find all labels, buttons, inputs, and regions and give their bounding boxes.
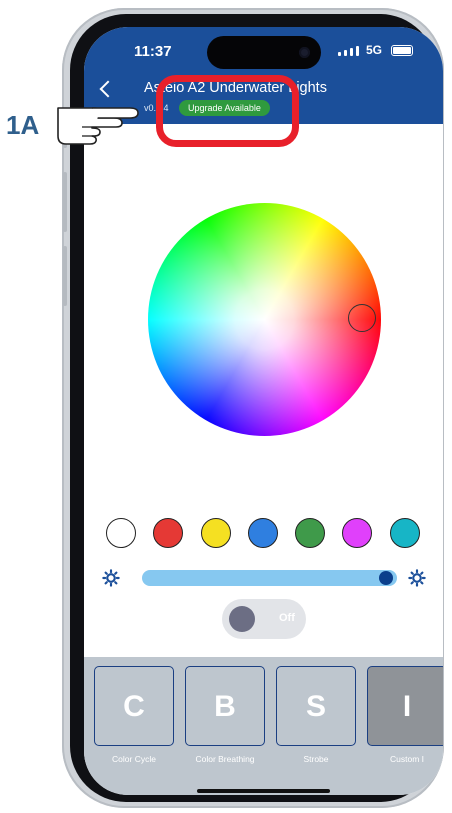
mode-custom-button[interactable]: I <box>367 666 443 746</box>
brightness-high-icon <box>408 569 426 587</box>
signal-icon <box>356 46 359 56</box>
signal-icon <box>338 52 341 56</box>
mode-letter: I <box>402 690 412 723</box>
color-swatches <box>106 518 424 550</box>
swatch-cyan[interactable] <box>390 518 420 548</box>
mode-color-breathing-button[interactable]: B <box>185 666 265 746</box>
swatch-white[interactable] <box>106 518 136 548</box>
status-time: 11:37 <box>134 43 172 60</box>
swatch-blue[interactable] <box>248 518 278 548</box>
swatch-green[interactable] <box>295 518 325 548</box>
brightness-low-icon <box>102 569 120 587</box>
mode-caption: Color Breathing <box>195 754 255 764</box>
brightness-control <box>102 567 428 589</box>
network-label: 5G <box>366 43 383 57</box>
color-wheel-saturation <box>148 203 381 436</box>
camera-icon <box>299 47 310 58</box>
signal-icon <box>350 48 353 56</box>
brightness-slider[interactable] <box>142 570 397 586</box>
mode-strobe-button[interactable]: S <box>276 666 356 746</box>
home-indicator <box>197 789 330 793</box>
dynamic-island <box>207 36 321 69</box>
signal-icon <box>344 50 347 56</box>
pointing-hand-icon <box>57 107 139 145</box>
swatch-red[interactable] <box>153 518 183 548</box>
battery-icon <box>391 45 414 56</box>
brightness-slider-thumb[interactable] <box>379 571 393 585</box>
mode-caption: Custom I <box>389 754 424 764</box>
power-toggle-label: Off <box>279 612 295 624</box>
swatch-yellow[interactable] <box>201 518 231 548</box>
color-wheel[interactable] <box>148 203 381 436</box>
phone-side-button <box>63 172 67 232</box>
mode-color-cycle-button[interactable]: C <box>94 666 174 746</box>
mode-letter: S <box>305 690 326 723</box>
power-toggle-knob <box>229 606 255 632</box>
phone-side-button <box>63 246 67 306</box>
color-wheel-handle[interactable] <box>348 304 376 332</box>
mode-caption: Strobe <box>303 754 329 764</box>
mode-bar: C Color Cycle B Color Breathing S Strobe… <box>84 657 443 795</box>
mode-letter: B <box>214 690 236 723</box>
swatch-magenta[interactable] <box>342 518 372 548</box>
upgrade-highlight-ring <box>156 75 299 147</box>
mode-letter: C <box>123 690 145 723</box>
mode-caption: Color Cycle <box>112 754 156 764</box>
annotation-label: 1A <box>6 110 40 140</box>
power-toggle[interactable]: Off <box>222 599 306 639</box>
status-indicators: 5G <box>338 43 414 57</box>
